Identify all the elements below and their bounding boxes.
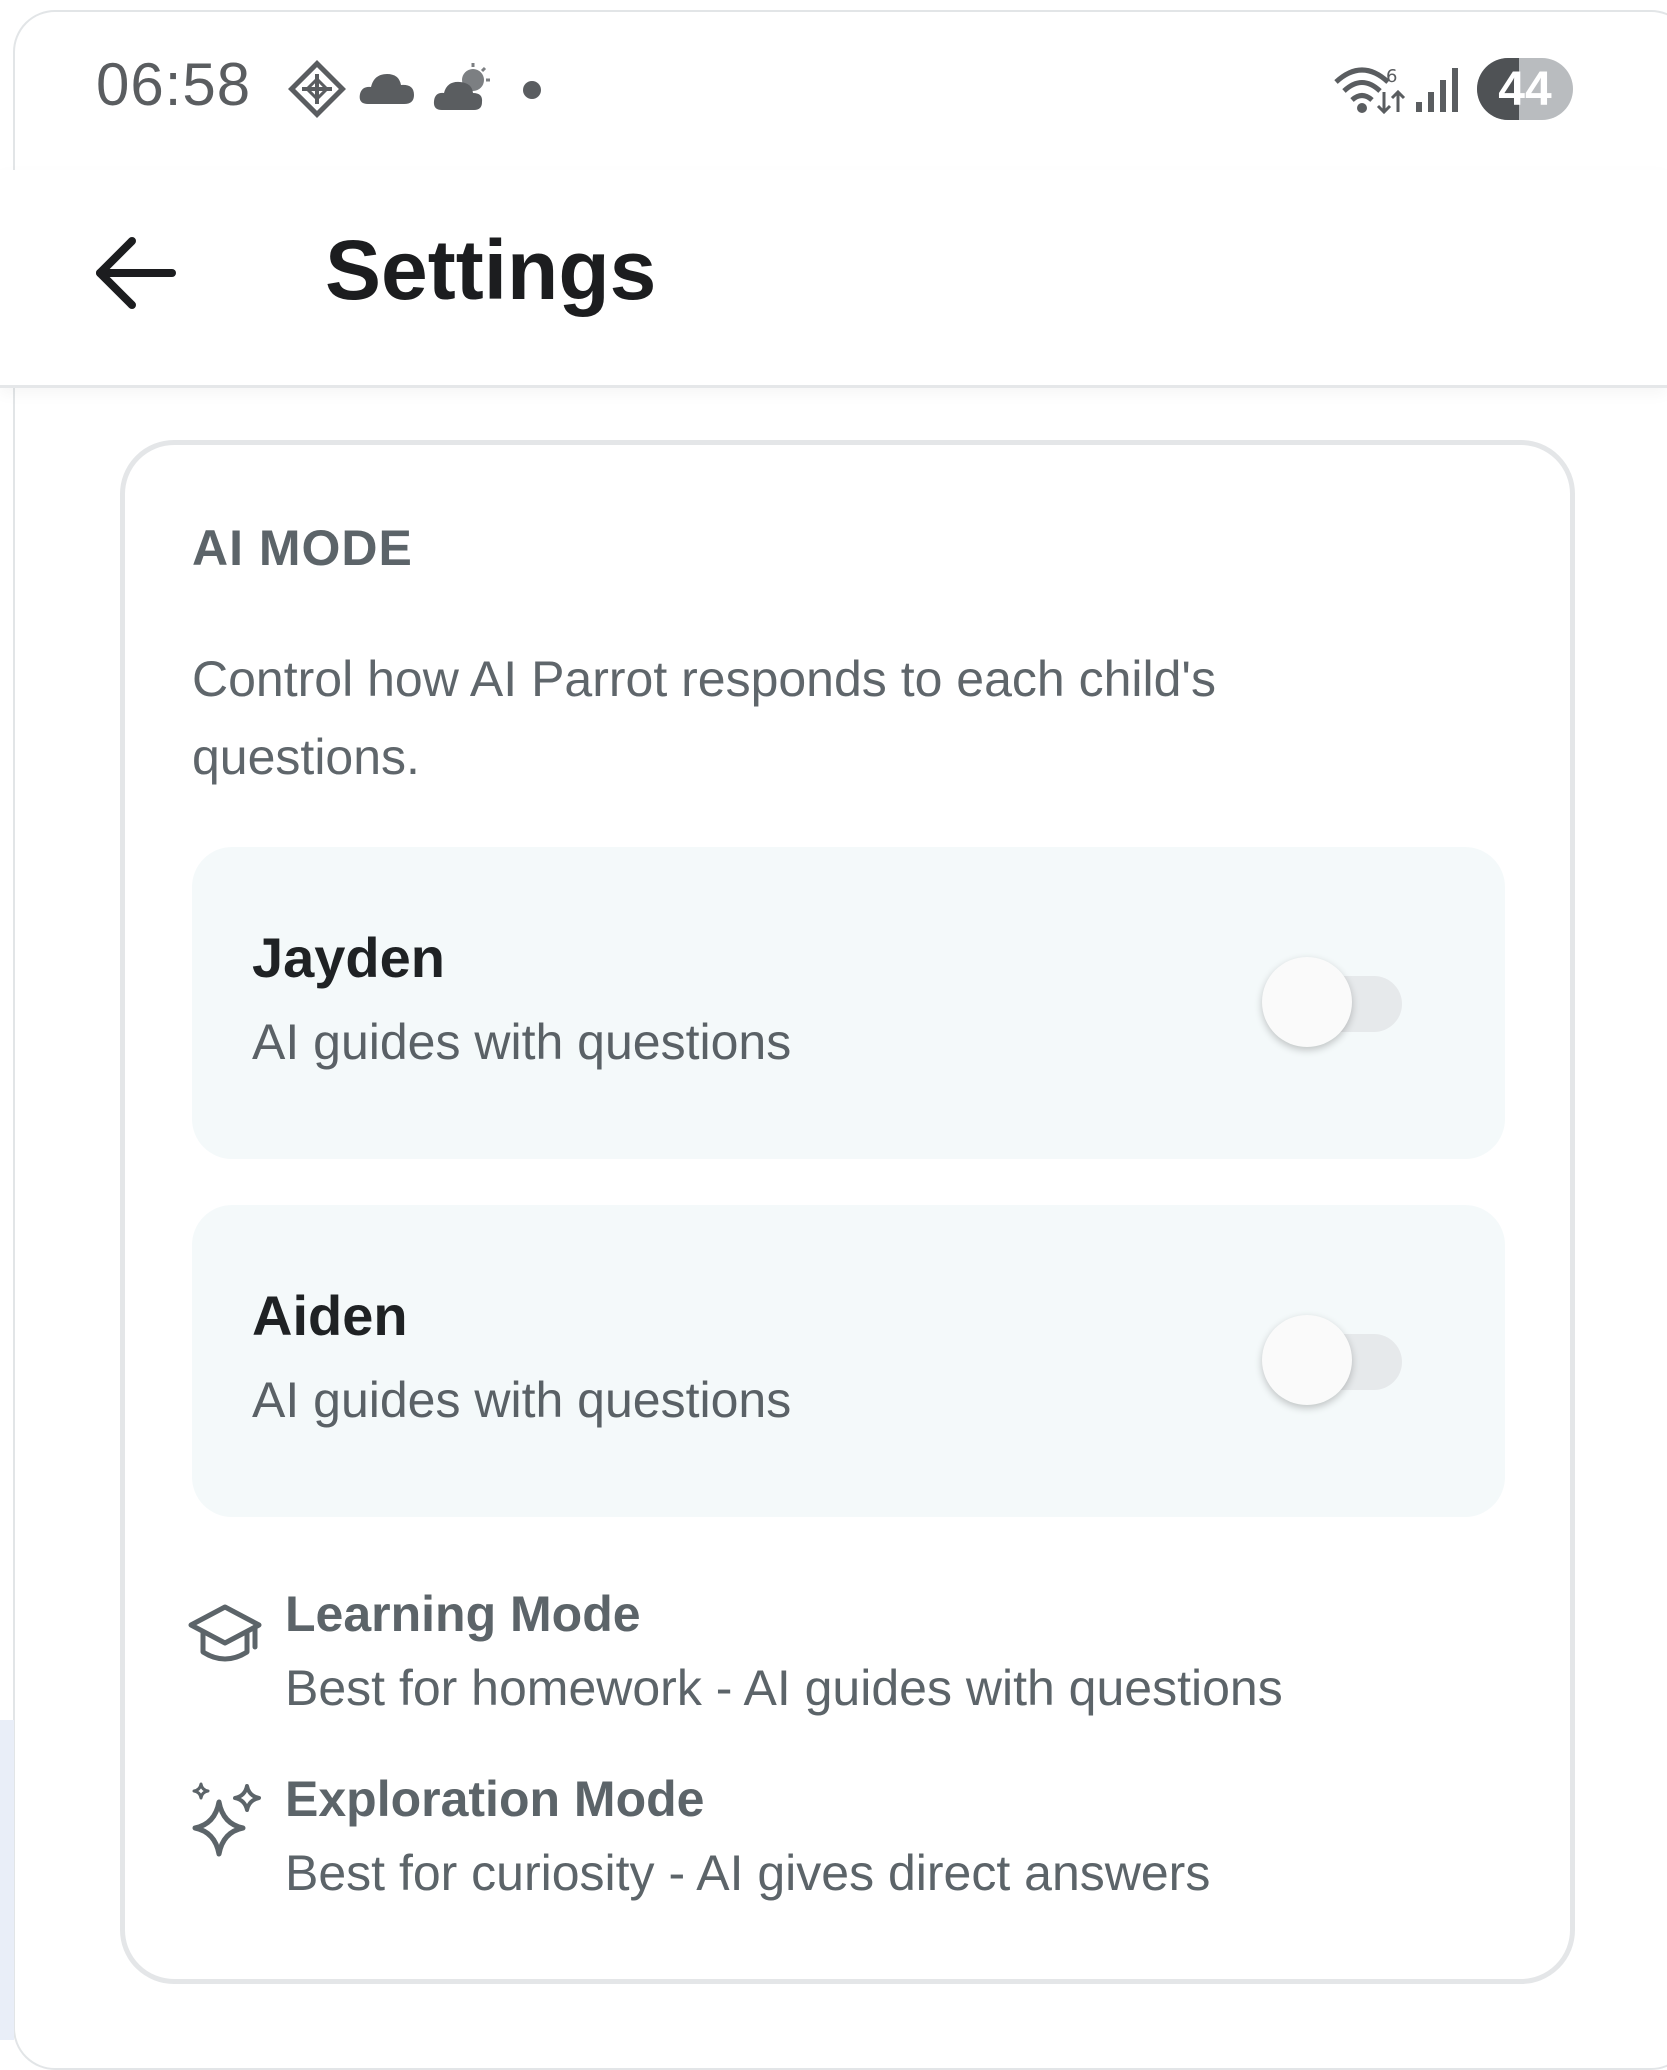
page-title: Settings [325, 223, 657, 317]
toggle-knob [1262, 957, 1352, 1047]
status-time: 06:58 [96, 51, 252, 118]
app-header: Settings [0, 170, 1667, 388]
ai-mode-card: AI MODE Control how AI Parrot responds t… [120, 440, 1575, 1984]
weather-icon [433, 63, 490, 110]
battery-indicator: 44 [1477, 58, 1573, 120]
dot-icon [523, 81, 541, 99]
battery-level: 44 [1498, 63, 1552, 116]
arrow-left-icon [96, 237, 176, 309]
svg-text:6: 6 [1386, 66, 1397, 87]
cloud-icon [359, 74, 414, 104]
mode-title: Learning Mode [285, 1586, 641, 1642]
mode-toggle-jayden[interactable] [1262, 957, 1402, 1047]
edge-glow [0, 1720, 14, 2040]
mode-title: Exploration Mode [285, 1771, 705, 1827]
child-row-aiden[interactable]: Aiden AI guides with questions [192, 1205, 1505, 1517]
child-mode-label: AI guides with questions [252, 1014, 792, 1070]
section-title: AI MODE [192, 520, 413, 576]
graduation-cap-icon [188, 1604, 262, 1662]
back-button[interactable] [92, 228, 182, 318]
status-bar: 06:58 6 44 [0, 0, 1667, 170]
wifi-icon: 6 [1334, 66, 1406, 115]
child-name: Jayden [252, 926, 445, 989]
mode-toggle-aiden[interactable] [1262, 1315, 1402, 1405]
section-description: Control how AI Parrot responds to each c… [192, 651, 1216, 785]
child-name: Aiden [252, 1284, 408, 1347]
signal-icon [1416, 68, 1458, 112]
child-mode-label: AI guides with questions [252, 1372, 792, 1428]
toggle-knob [1262, 1315, 1352, 1405]
mode-description: Best for homework - AI guides with quest… [285, 1660, 1283, 1716]
diamond-app-icon [288, 60, 346, 118]
child-row-jayden[interactable]: Jayden AI guides with questions [192, 847, 1505, 1159]
sparkles-icon [192, 1782, 261, 1857]
mode-description: Best for curiosity - AI gives direct ans… [285, 1845, 1211, 1901]
